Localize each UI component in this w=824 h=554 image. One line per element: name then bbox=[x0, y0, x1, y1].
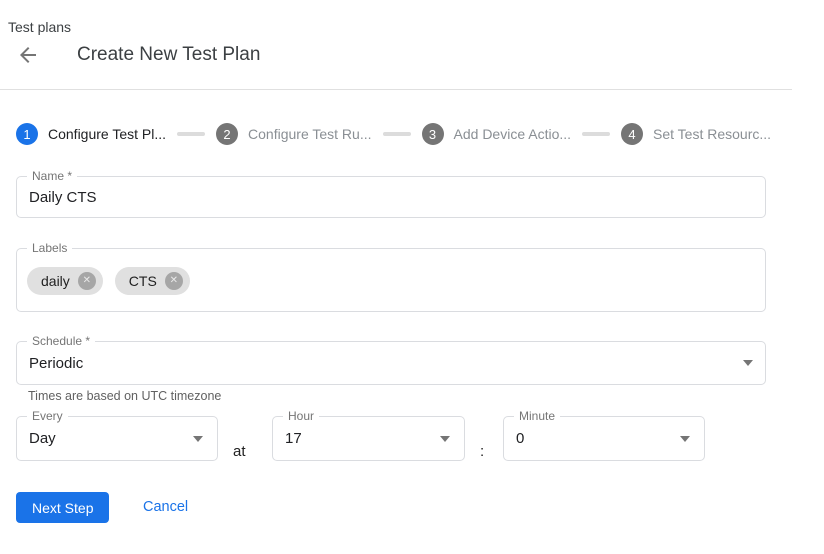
chip-cts-remove-icon[interactable]: ✕ bbox=[165, 272, 183, 290]
labels-field[interactable]: Labels daily ✕ CTS ✕ bbox=[16, 248, 766, 312]
step-4-circle: 4 bbox=[621, 123, 643, 145]
schedule-select[interactable]: Schedule * Periodic bbox=[16, 341, 766, 385]
schedule-value: Periodic bbox=[29, 342, 83, 384]
step-1-label: Configure Test Pl... bbox=[48, 126, 166, 142]
stepper-step-4[interactable]: 4 Set Test Resourc... bbox=[621, 123, 771, 145]
chevron-down-icon bbox=[193, 436, 203, 442]
colon-text: : bbox=[480, 443, 484, 460]
step-connector bbox=[177, 132, 205, 136]
minute-select[interactable]: Minute 0 bbox=[503, 416, 705, 461]
labels-field-label: Labels bbox=[27, 241, 72, 255]
step-connector bbox=[582, 132, 610, 136]
timezone-helper-text: Times are based on UTC timezone bbox=[28, 389, 221, 403]
next-step-button[interactable]: Next Step bbox=[16, 492, 109, 523]
chevron-down-icon bbox=[440, 436, 450, 442]
step-3-circle: 3 bbox=[422, 123, 444, 145]
name-input[interactable] bbox=[29, 177, 735, 217]
back-button[interactable] bbox=[14, 43, 42, 67]
breadcrumb: Test plans bbox=[8, 19, 71, 35]
every-value: Day bbox=[29, 417, 56, 460]
stepper-step-3[interactable]: 3 Add Device Actio... bbox=[422, 123, 572, 145]
chip-cts: CTS ✕ bbox=[115, 267, 190, 295]
step-2-label: Configure Test Ru... bbox=[248, 126, 371, 142]
chevron-down-icon bbox=[680, 436, 690, 442]
step-1-circle: 1 bbox=[16, 123, 38, 145]
page-title: Create New Test Plan bbox=[77, 44, 260, 66]
create-test-plan-page: Test plans Create New Test Plan 1 Config… bbox=[0, 0, 824, 554]
header-divider bbox=[0, 89, 792, 90]
hour-value: 17 bbox=[285, 417, 302, 460]
every-select[interactable]: Every Day bbox=[16, 416, 218, 461]
label-chips: daily ✕ CTS ✕ bbox=[27, 267, 190, 295]
step-3-label: Add Device Actio... bbox=[454, 126, 572, 142]
stepper-step-2[interactable]: 2 Configure Test Ru... bbox=[216, 123, 371, 145]
step-2-circle: 2 bbox=[216, 123, 238, 145]
chip-cts-text: CTS bbox=[129, 273, 157, 289]
stepper-step-1[interactable]: 1 Configure Test Pl... bbox=[16, 123, 166, 145]
at-text: at bbox=[233, 443, 246, 460]
chip-daily: daily ✕ bbox=[27, 267, 103, 295]
minute-value: 0 bbox=[516, 417, 524, 460]
step-connector bbox=[383, 132, 411, 136]
chevron-down-icon bbox=[743, 360, 753, 366]
stepper: 1 Configure Test Pl... 2 Configure Test … bbox=[16, 123, 771, 145]
name-field: Name * bbox=[16, 176, 766, 218]
hour-select[interactable]: Hour 17 bbox=[272, 416, 465, 461]
chip-daily-remove-icon[interactable]: ✕ bbox=[78, 272, 96, 290]
cancel-button[interactable]: Cancel bbox=[143, 499, 188, 515]
step-4-label: Set Test Resourc... bbox=[653, 126, 771, 142]
back-arrow-icon bbox=[16, 55, 40, 70]
chip-daily-text: daily bbox=[41, 273, 70, 289]
